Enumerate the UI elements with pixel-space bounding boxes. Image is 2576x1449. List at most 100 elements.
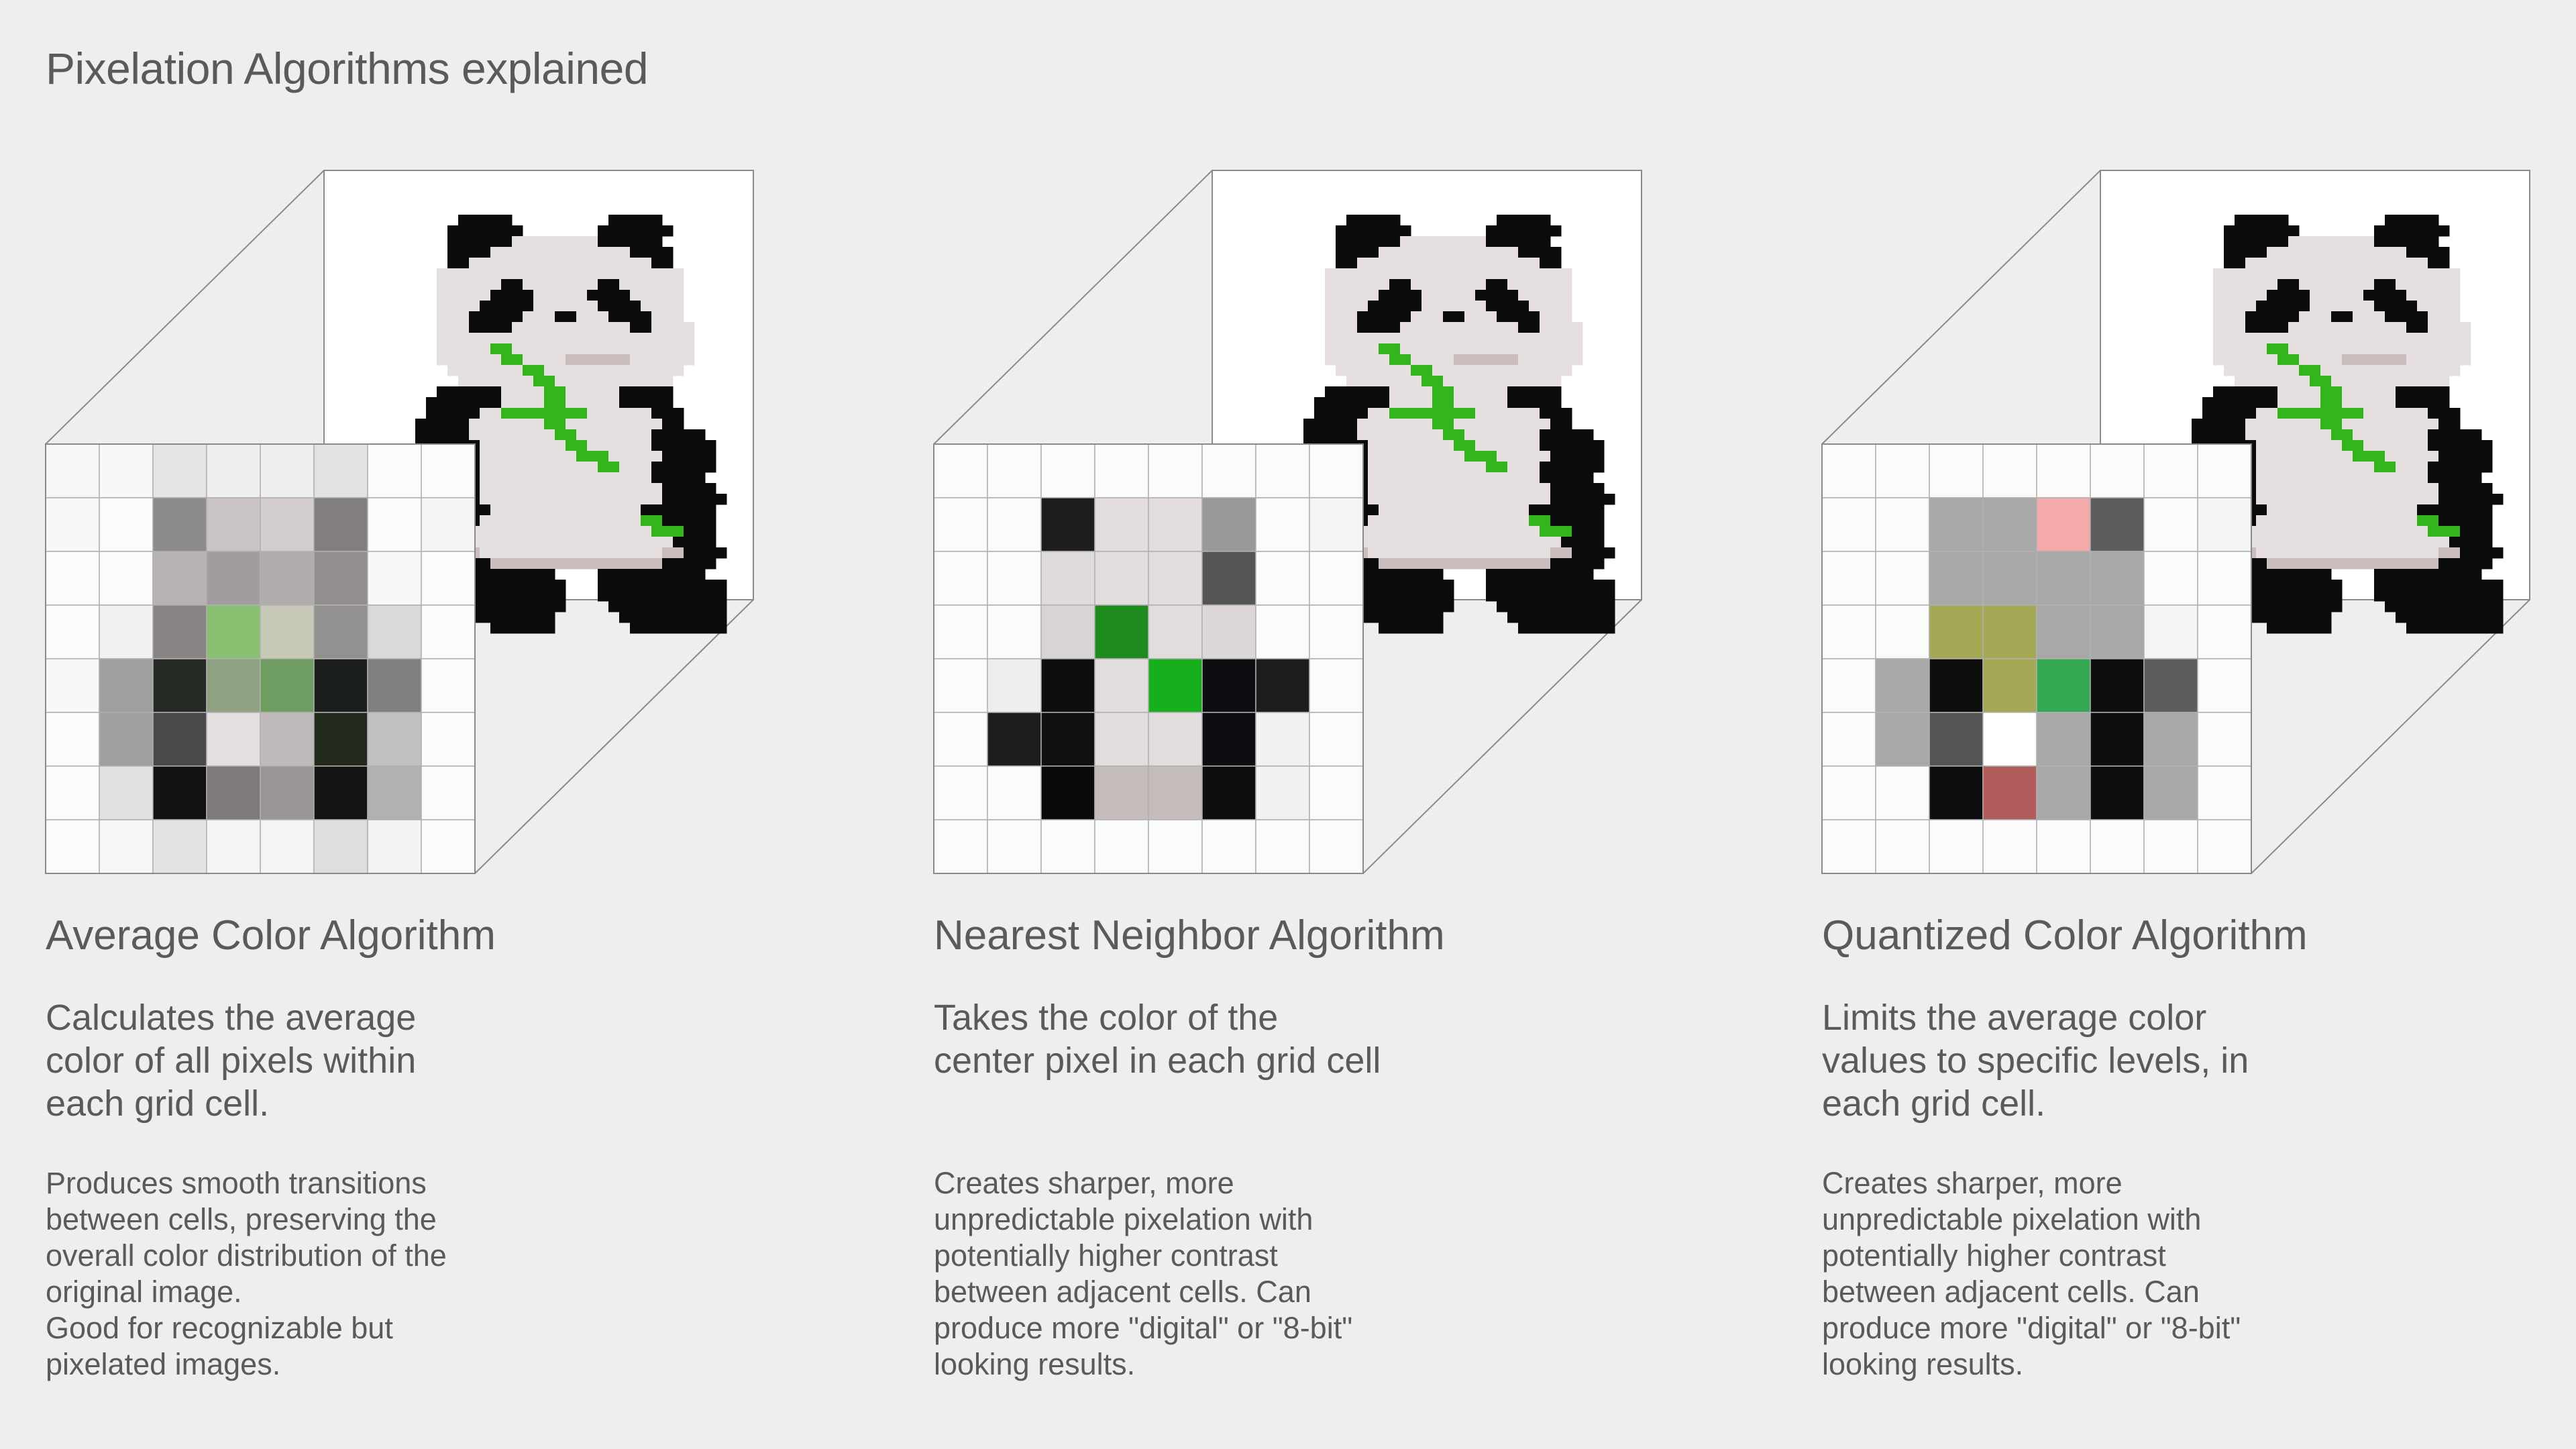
panda-pixel [1497,290,1508,301]
panda-pixel [1421,590,1433,602]
panda-pixel [2267,386,2278,398]
panda-pixel [2288,590,2300,602]
panda-pixel [490,462,502,473]
detail-line: Creates sharper, more [1822,1166,2123,1200]
panda-pixel [1561,311,1572,323]
grid-cell [367,604,422,659]
panda-pixel [447,354,459,366]
panda-pixel [2417,258,2428,269]
panda-pixel [1561,419,1572,430]
panda-pixel [555,494,566,505]
panda-pixel [1572,483,1583,494]
panda-pixel [684,590,695,602]
panda-pixel [490,504,502,516]
panda-pixel [641,612,652,623]
panda-pixel [523,333,534,344]
panda-pixel [651,451,663,462]
panda-pixel [641,472,652,484]
panda-pixel [2267,472,2278,484]
panda-pixel [1572,451,1583,462]
panda-pixel [2481,526,2493,537]
panda-pixel [2396,290,2407,301]
panda-pixel [2299,429,2310,441]
panda-pixel [1421,547,1433,559]
panda-pixel [1379,472,1390,484]
panda-pixel [512,333,523,344]
panda-pixel [2310,623,2321,634]
panda-pixel [684,612,695,623]
detail-line: unpredictable pixelation with [934,1202,1313,1236]
panda-pixel [480,408,491,419]
panda-pixel [1486,225,1497,237]
panda-pixel [2471,462,2482,473]
detail-line: potentially higher contrast [934,1238,1278,1273]
panda-pixel [1411,301,1422,312]
panda-pixel [1454,354,1465,366]
panda-pixel [2256,558,2267,570]
grid-cell [45,604,100,659]
panda-pixel [1582,569,1594,580]
panda-pixel [2374,268,2385,280]
panda-pixel [662,333,674,344]
panda-pixel [2310,386,2321,398]
detail-line: potentially higher contrast [1822,1238,2166,1273]
panda-pixel [1486,472,1497,484]
panda-pixel [2353,322,2364,333]
panda-pixel [651,408,663,419]
panda-pixel [2353,301,2364,312]
panda-pixel [2385,322,2396,333]
panda-pixel [630,494,641,505]
panda-pixel [2331,547,2343,559]
grid-cell [152,765,207,820]
panda-pixel [684,440,695,451]
panda-pixel [1411,547,1422,559]
panda-pixel [716,590,727,602]
panda-pixel [651,333,663,344]
panda-pixel [512,515,523,527]
panda-pixel [2406,504,2418,516]
panda-pixel [458,354,470,366]
panda-pixel [2385,408,2396,419]
panda-pixel [1368,419,1379,430]
panda-pixel [2277,462,2289,473]
panda-pixel [1454,408,1465,419]
panda-pixel [1561,301,1572,312]
algorithm-details: Creates sharper, more unpredictable pixe… [1822,1165,2332,1383]
panda-pixel [2342,494,2353,505]
panda-pixel [2342,290,2353,301]
panda-pixel [694,515,706,527]
panda-pixel [437,333,448,344]
panda-pixel [480,354,491,366]
grid-cell [99,443,154,498]
panda-pixel [1572,590,1583,602]
grid-cell [260,765,315,820]
grid-cell [1040,765,1095,820]
panda-pixel [2310,343,2321,355]
panda-pixel [1454,301,1465,312]
panda-pixel [2374,258,2385,269]
grid-cell [2090,712,2145,767]
grid-cell [206,443,261,498]
panda-pixel [2331,601,2343,612]
panda-pixel [2471,472,2482,484]
panda-pixel [2288,558,2300,570]
panda-pixel [2310,558,2321,570]
panda-pixel [544,354,555,366]
panda-pixel [641,494,652,505]
panda-pixel [630,558,641,570]
panda-pixel [694,451,706,462]
panda-pixel [1368,225,1379,237]
panda-pixel [2342,526,2353,537]
panda-pixel [566,236,577,248]
panda-pixel [1572,343,1583,355]
panda-pixel [2256,279,2267,290]
panda-pixel [2245,343,2257,355]
panda-pixel [1507,483,1519,494]
panda-pixel [2256,515,2267,527]
panda-pixel [2471,580,2482,591]
panda-pixel [2342,515,2353,527]
panda-pixel [598,343,609,355]
panda-pixel [2245,429,2257,441]
panda-pixel [2224,236,2235,248]
panda-pixel [2267,322,2278,333]
